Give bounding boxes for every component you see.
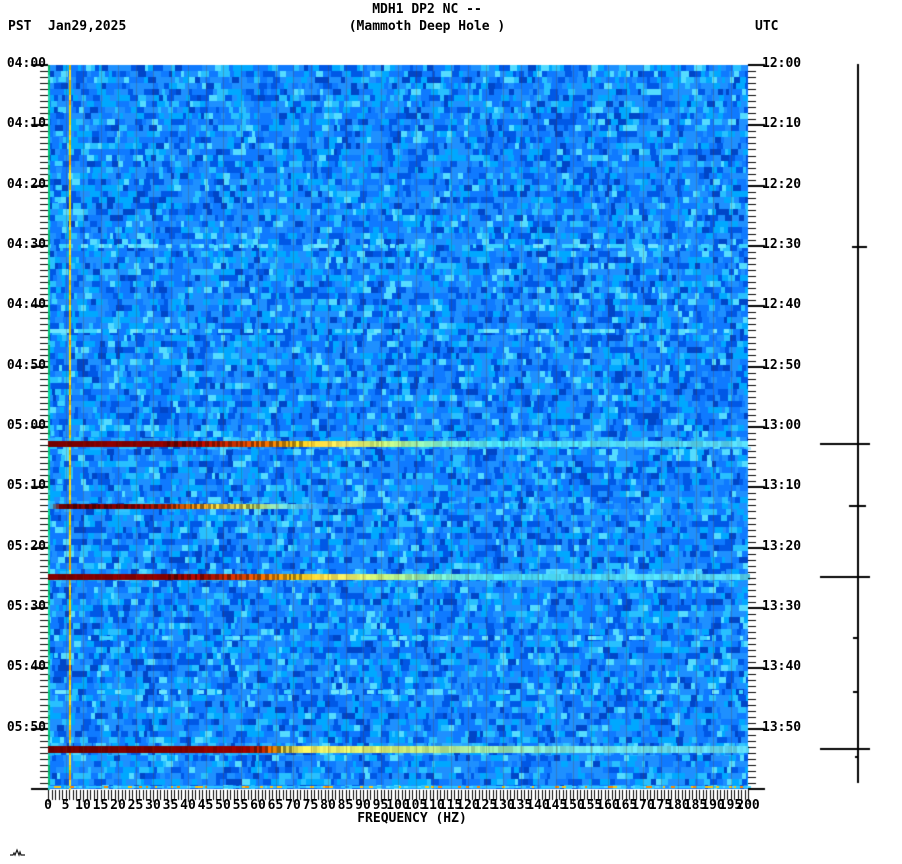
frequency-tick-label: 0 — [44, 799, 52, 813]
frequency-tick-label: 25 — [128, 799, 144, 813]
left-axis-tick-label: 05:20 — [2, 540, 46, 554]
right-axis-tick-label: 12:50 — [762, 359, 801, 373]
left-axis-tick-label: 04:40 — [2, 298, 46, 312]
frequency-tick-label: 65 — [268, 799, 284, 813]
frequency-tick-label: 5 — [62, 799, 70, 813]
right-axis-tick-label: 13:30 — [762, 600, 801, 614]
left-axis-tick-label: 05:50 — [2, 721, 46, 735]
frequency-tick-label: 45 — [198, 799, 214, 813]
right-axis-tick-label: 12:00 — [762, 57, 801, 71]
station-title: MDH1 DP2 NC -- — [372, 3, 482, 17]
timezone-right-label: UTC — [755, 20, 778, 34]
frequency-tick-label: 85 — [338, 799, 354, 813]
mini-waveform-glyph — [9, 848, 27, 858]
frequency-tick-label: 15 — [93, 799, 109, 813]
right-axis-tick-label: 13:40 — [762, 660, 801, 674]
right-axis-tick-label: 13:10 — [762, 479, 801, 493]
frequency-tick-label: 75 — [303, 799, 319, 813]
frequency-tick-label: 55 — [233, 799, 249, 813]
station-subtitle: (Mammoth Deep Hole ) — [349, 20, 506, 34]
frequency-tick-label: 50 — [215, 799, 231, 813]
left-axis-tick-label: 04:50 — [2, 359, 46, 373]
left-axis-tick-label: 05:10 — [2, 479, 46, 493]
frequency-tick-label: 30 — [145, 799, 161, 813]
date-label: Jan29,2025 — [48, 20, 126, 34]
frequency-tick-label: 10 — [75, 799, 91, 813]
frequency-tick-label: 200 — [736, 799, 759, 813]
left-axis-tick-label: 04:30 — [2, 238, 46, 252]
frequency-tick-label: 40 — [180, 799, 196, 813]
right-axis-tick-label: 12:20 — [762, 178, 801, 192]
right-axis-tick-label: 12:40 — [762, 298, 801, 312]
left-axis-tick-label: 04:10 — [2, 117, 46, 131]
frequency-tick-label: 80 — [320, 799, 336, 813]
right-axis-tick-label: 13:00 — [762, 419, 801, 433]
right-axis-tick-label: 12:10 — [762, 117, 801, 131]
left-axis-tick-label: 05:40 — [2, 660, 46, 674]
timezone-left-label: PST — [8, 20, 31, 34]
right-axis-tick-label: 12:30 — [762, 238, 801, 252]
frequency-tick-label: 70 — [285, 799, 301, 813]
right-axis-tick-label: 13:50 — [762, 721, 801, 735]
left-axis-tick-label: 05:00 — [2, 419, 46, 433]
frequency-tick-label: 20 — [110, 799, 126, 813]
left-axis-tick-label: 05:30 — [2, 600, 46, 614]
left-axis-tick-label: 04:20 — [2, 178, 46, 192]
right-axis-tick-label: 13:20 — [762, 540, 801, 554]
spectrogram-page: { "header": { "tz_left": "PST", "date": … — [0, 0, 902, 864]
left-axis-tick-label: 04:00 — [2, 57, 46, 71]
frequency-tick-label: 35 — [163, 799, 179, 813]
frequency-axis-title: FREQUENCY (HZ) — [357, 812, 467, 826]
frequency-tick-label: 60 — [250, 799, 266, 813]
